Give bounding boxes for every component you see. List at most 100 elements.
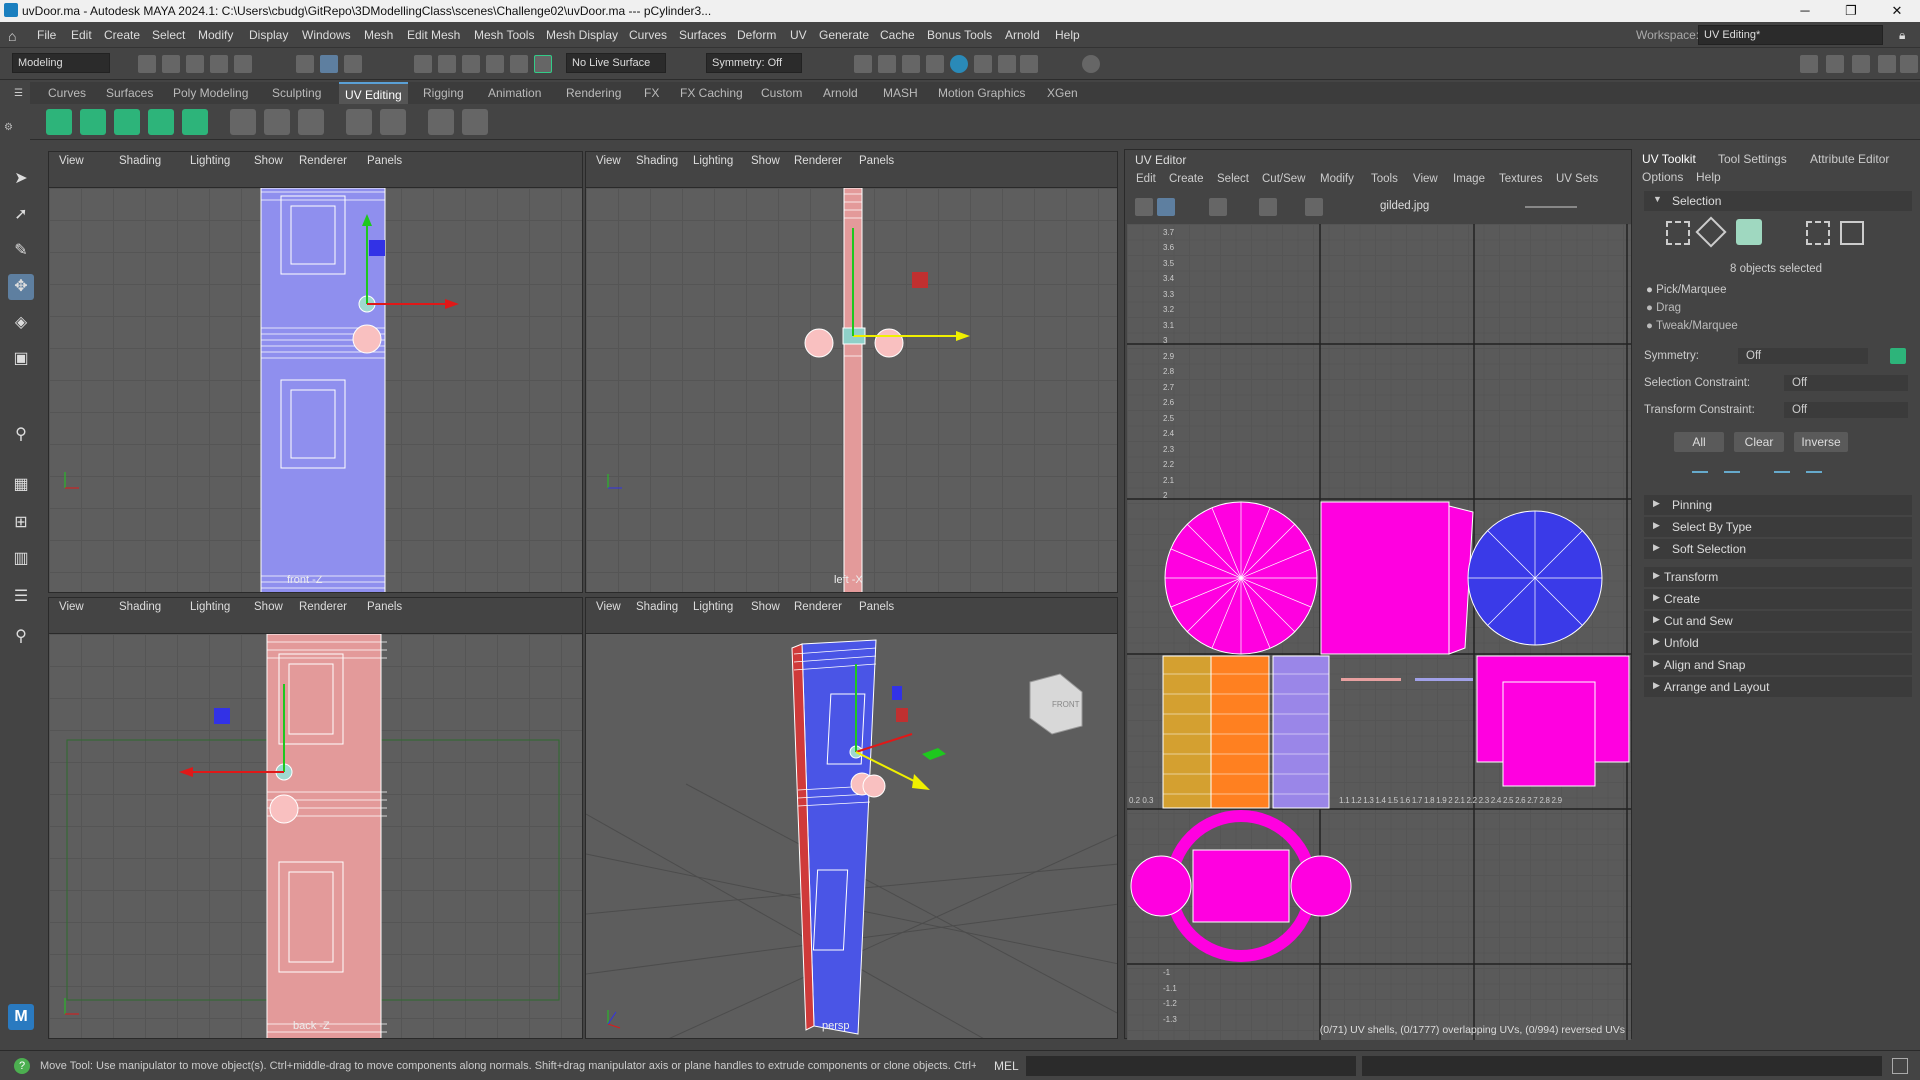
checker-icon[interactable] xyxy=(428,109,454,135)
mel-label[interactable]: MEL xyxy=(994,1059,1019,1073)
vp-menu-shading[interactable]: Shading xyxy=(119,155,161,167)
vp-menu-lighting[interactable]: Lighting xyxy=(190,155,230,167)
vp-menu-lighting[interactable]: Lighting xyxy=(693,155,733,167)
viewport-back[interactable]: View Shading Lighting Show Renderer Pane… xyxy=(48,597,583,1039)
view-cube-label[interactable]: FRONT xyxy=(1052,700,1080,709)
tab-uv-toolkit[interactable]: UV Toolkit xyxy=(1642,152,1696,166)
uv-menu-create[interactable]: Create xyxy=(1169,173,1204,185)
vp-menu-renderer[interactable]: Renderer xyxy=(794,155,842,167)
inverse-button[interactable]: Inverse xyxy=(1794,432,1848,452)
uv-menu-textures[interactable]: Textures xyxy=(1499,173,1542,185)
selection-constraint-dropdown[interactable]: Off xyxy=(1784,375,1908,391)
snap-point-icon[interactable] xyxy=(462,55,480,73)
playblast-icon[interactable] xyxy=(974,55,992,73)
texture-name[interactable]: gilded.jpg xyxy=(1380,200,1429,212)
vp-menu-view[interactable]: View xyxy=(596,601,621,613)
pause-icon[interactable] xyxy=(1020,55,1038,73)
snap-live-icon[interactable] xyxy=(534,55,552,73)
menu-modify[interactable]: Modify xyxy=(198,28,233,42)
section-create[interactable]: ▶ Create xyxy=(1644,589,1912,609)
command-input[interactable] xyxy=(1026,1056,1356,1076)
vp-menu-shading[interactable]: Shading xyxy=(119,601,161,613)
tab-tool-settings[interactable]: Tool Settings xyxy=(1718,152,1787,166)
uv-grid-canvas[interactable]: 3.7 3.6 3.5 3.4 3.3 3.2 3.1 3 2.9 2.8 2.… xyxy=(1127,224,1631,1040)
spherical-map-icon[interactable] xyxy=(114,109,140,135)
uv-image-icon[interactable] xyxy=(1305,198,1323,216)
single-perspective-layout-icon[interactable]: ▦ xyxy=(8,472,34,498)
vp-menu-renderer[interactable]: Renderer xyxy=(794,601,842,613)
vp-menu-panels[interactable]: Panels xyxy=(367,155,402,167)
radio-pick-marquee[interactable]: ● Pick/Marquee xyxy=(1646,284,1726,296)
cylindrical-map-icon[interactable] xyxy=(80,109,106,135)
shelf-menu-icon[interactable]: ☰ xyxy=(14,88,26,100)
shelf-tab-uv-editing[interactable]: UV Editing xyxy=(339,82,408,104)
menu-create[interactable]: Create xyxy=(104,28,140,42)
shelf-tab-rendering[interactable]: Rendering xyxy=(566,86,621,100)
vp-menu-renderer[interactable]: Renderer xyxy=(299,601,347,613)
menu-mesh[interactable]: Mesh xyxy=(364,28,393,42)
menuset-dropdown[interactable]: Modeling xyxy=(12,53,110,73)
section-transform[interactable]: ▶ Transform xyxy=(1644,567,1912,587)
viewport-canvas[interactable]: back -Z xyxy=(49,634,582,1038)
help-icon[interactable]: ? xyxy=(14,1058,30,1074)
uv-menu-tools[interactable]: Tools xyxy=(1371,173,1398,185)
radio-tweak-marquee[interactable]: ● Tweak/Marquee xyxy=(1646,320,1738,332)
uv-shell-mode-icon[interactable] xyxy=(1736,219,1762,245)
scale-tool-icon[interactable]: ▣ xyxy=(8,346,34,372)
vp-menu-renderer[interactable]: Renderer xyxy=(299,155,347,167)
attribute-editor-icon[interactable] xyxy=(1852,55,1870,73)
shelf-tab-poly-modeling[interactable]: Poly Modeling xyxy=(173,86,248,100)
hypershade-icon[interactable] xyxy=(950,55,968,73)
lasso-tool-icon[interactable]: ➚ xyxy=(8,202,34,228)
vp-menu-lighting[interactable]: Lighting xyxy=(190,601,230,613)
move-tool-icon[interactable]: ✥ xyxy=(8,274,34,300)
undo-icon[interactable] xyxy=(210,55,228,73)
menu-mesh-display[interactable]: Mesh Display xyxy=(546,28,618,42)
section-align-and-snap[interactable]: ▶ Align and Snap xyxy=(1644,655,1912,675)
delete-uv-icon[interactable] xyxy=(380,109,406,135)
tool-settings-icon[interactable] xyxy=(1878,55,1896,73)
menu-file[interactable]: File xyxy=(37,28,56,42)
vp-menu-show[interactable]: Show xyxy=(254,155,283,167)
vp-menu-view[interactable]: View xyxy=(596,155,621,167)
vp-menu-panels[interactable]: Panels xyxy=(367,601,402,613)
menu-bonus-tools[interactable]: Bonus Tools xyxy=(927,28,992,42)
select-tool-icon[interactable]: ➤ xyxy=(8,166,34,192)
uv-grid-icon[interactable] xyxy=(1209,198,1227,216)
uv-menu-modify[interactable]: Modify xyxy=(1320,173,1354,185)
redo-icon[interactable] xyxy=(234,55,252,73)
shelf-tab-rigging[interactable]: Rigging xyxy=(423,86,464,100)
viewport-toolbar[interactable] xyxy=(586,616,1117,634)
menu-edit[interactable]: Edit xyxy=(71,28,92,42)
workspace-dropdown[interactable]: UV Editing* xyxy=(1698,25,1883,45)
automatic-map-icon[interactable] xyxy=(148,109,174,135)
viewport-canvas[interactable]: front -Z xyxy=(49,188,582,592)
shelf-tab-animation[interactable]: Animation xyxy=(488,86,541,100)
vp-menu-show[interactable]: Show xyxy=(254,601,283,613)
show-manipulator-icon[interactable]: ⚲ xyxy=(8,422,34,448)
arnold-render-icon[interactable] xyxy=(998,55,1016,73)
planar-map-icon[interactable] xyxy=(46,109,72,135)
render-view-icon[interactable] xyxy=(854,55,872,73)
uv-menu-uv-sets[interactable]: UV Sets xyxy=(1556,173,1598,185)
shelf-tab-surfaces[interactable]: Surfaces xyxy=(106,86,153,100)
vp-menu-panels[interactable]: Panels xyxy=(859,155,894,167)
uv-select-icon[interactable] xyxy=(1157,198,1175,216)
outliner-icon[interactable] xyxy=(1900,55,1918,73)
sew-uv-icon[interactable] xyxy=(264,109,290,135)
new-scene-icon[interactable] xyxy=(138,55,156,73)
select-hierarchy-icon[interactable] xyxy=(296,55,314,73)
live-surface-field[interactable]: No Live Surface xyxy=(566,53,666,73)
search-icon[interactable]: ⚲ xyxy=(8,624,34,650)
vp-menu-show[interactable]: Show xyxy=(751,155,780,167)
symmetry-dropdown[interactable]: Symmetry: Off xyxy=(706,53,802,73)
vp-menu-lighting[interactable]: Lighting xyxy=(693,601,733,613)
section-pinning[interactable]: ▶ Pinning xyxy=(1644,495,1912,515)
section-cut-and-sew[interactable]: ▶ Cut and Sew xyxy=(1644,611,1912,631)
face-mode-icon[interactable] xyxy=(1840,221,1864,245)
uv-select-mode-icon[interactable] xyxy=(1806,221,1830,245)
shelf-tab-xgen[interactable]: XGen xyxy=(1047,86,1078,100)
shelf-settings-icon[interactable]: ⚙ xyxy=(4,122,13,133)
toolkit-menu-help[interactable]: Help xyxy=(1696,170,1721,184)
outliner-layout-icon[interactable]: ☰ xyxy=(8,584,34,610)
